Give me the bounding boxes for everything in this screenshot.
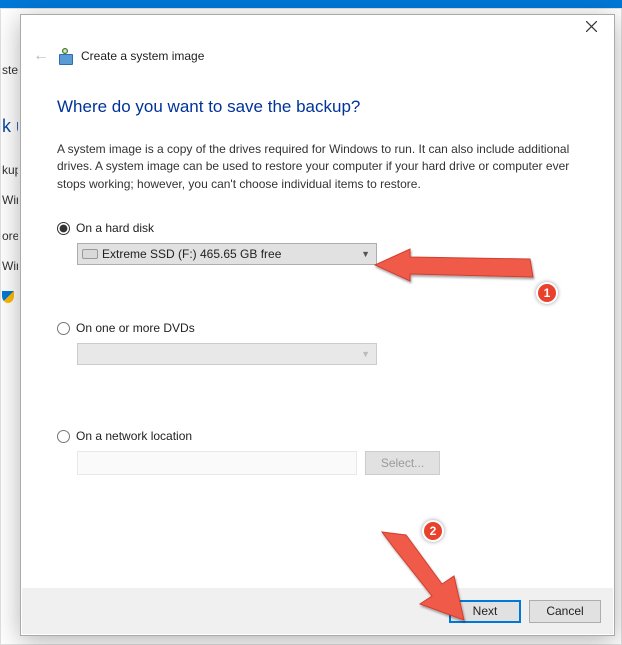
option-network[interactable]: On a network location	[57, 429, 578, 443]
dvd-dropdown: ▼	[77, 343, 377, 365]
annotation-badge-1: 1	[536, 282, 558, 304]
dialog-footer: Next Cancel	[22, 588, 613, 634]
next-button[interactable]: Next	[449, 600, 521, 623]
option-hard-disk-label: On a hard disk	[76, 221, 154, 235]
close-icon	[586, 21, 597, 32]
select-network-button: Select...	[365, 451, 440, 475]
drive-dropdown-value: Extreme SSD (F:) 465.65 GB free	[102, 247, 361, 261]
network-path-input	[77, 451, 357, 475]
drive-icon	[82, 249, 98, 259]
option-dvd-label: On one or more DVDs	[76, 321, 195, 335]
chevron-down-icon: ▼	[361, 349, 372, 359]
dialog-title: Create a system image	[81, 49, 204, 63]
page-heading: Where do you want to save the backup?	[57, 97, 578, 117]
radio-dvd[interactable]	[57, 322, 70, 335]
drive-dropdown[interactable]: Extreme SSD (F:) 465.65 GB free ▼	[77, 243, 377, 265]
description-text: A system image is a copy of the drives r…	[57, 141, 578, 193]
back-icon: ←	[33, 47, 49, 65]
chevron-down-icon: ▼	[361, 249, 372, 259]
radio-network[interactable]	[57, 430, 70, 443]
system-image-dialog: ← Create a system image Where do you wan…	[20, 14, 615, 636]
radio-hard-disk[interactable]	[57, 222, 70, 235]
system-image-icon	[57, 48, 73, 64]
cancel-button[interactable]: Cancel	[529, 600, 601, 623]
option-network-label: On a network location	[76, 429, 192, 443]
option-hard-disk[interactable]: On a hard disk	[57, 221, 578, 235]
background-sidebar: ster k u kup Win ore Win s	[2, 55, 18, 311]
annotation-badge-2: 2	[422, 520, 444, 542]
option-dvd[interactable]: On one or more DVDs	[57, 321, 578, 335]
close-button[interactable]	[569, 15, 614, 41]
